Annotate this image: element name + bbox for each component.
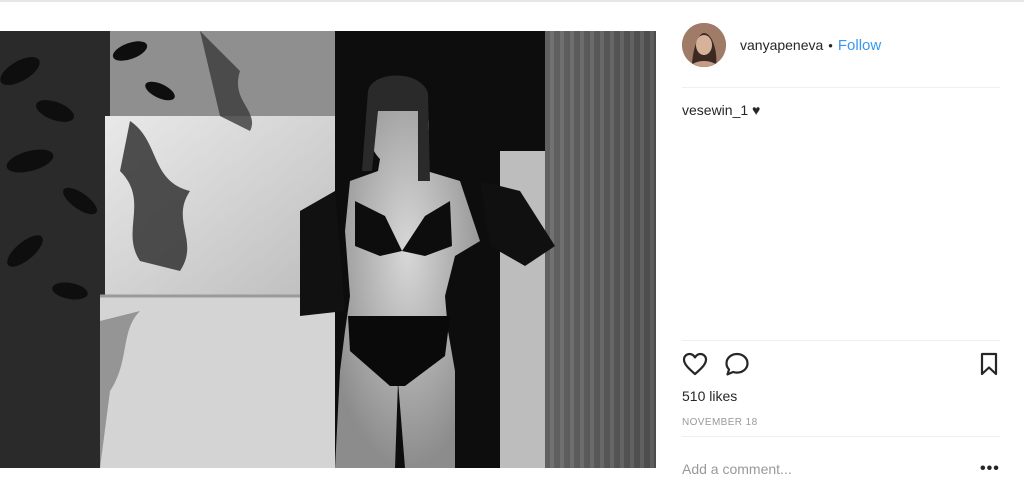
caption: vesewin_1 ♥ — [682, 102, 760, 118]
header-separator: • — [828, 37, 833, 53]
more-options-icon[interactable]: ••• — [980, 460, 1000, 478]
heart-emoji: ♥ — [752, 102, 761, 118]
follow-button[interactable]: Follow — [838, 37, 881, 54]
post-side-panel: vanyapeneva • Follow vesewin_1 ♥ 510 lik… — [656, 2, 1024, 496]
avatar-image — [682, 23, 726, 67]
bookmark-icon[interactable] — [978, 352, 1000, 381]
actions-divider — [682, 340, 1000, 341]
post-date[interactable]: NOVEMBER 18 — [682, 417, 758, 428]
post-photo-image — [0, 31, 656, 468]
caption-text[interactable]: vesewin_1 — [682, 102, 748, 118]
action-bar — [680, 350, 1002, 380]
comment-divider — [682, 436, 1000, 437]
like-count[interactable]: 510 likes — [682, 388, 737, 404]
post-photo[interactable] — [0, 31, 656, 468]
heart-icon[interactable] — [682, 352, 708, 381]
comment-icon[interactable] — [724, 352, 750, 381]
header-divider — [682, 87, 1000, 88]
page-background — [0, 2, 656, 30]
username-link[interactable]: vanyapeneva — [740, 37, 823, 53]
post-header: vanyapeneva • Follow — [682, 20, 1000, 70]
avatar[interactable] — [682, 23, 726, 67]
comment-input[interactable] — [682, 458, 962, 480]
